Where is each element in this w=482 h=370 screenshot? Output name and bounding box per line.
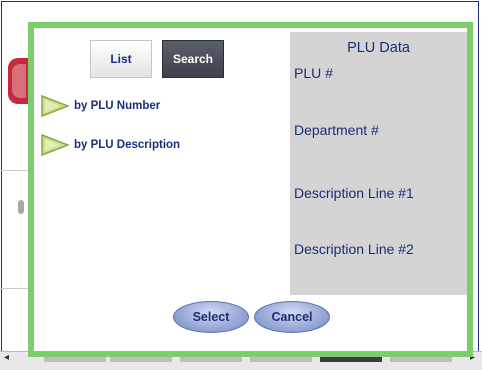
description-line-2-label: Description Line #2 [294,241,414,257]
plu-lookup-dialog: List Search by PLU Number by PLU Descrip… [28,22,473,357]
list-tab-button[interactable]: List [90,40,152,78]
background-handle [18,200,24,214]
option-label: by PLU Number [74,100,161,112]
background-divider [0,170,30,171]
department-number-label: Department # [294,122,379,138]
plu-number-label: PLU # [294,65,333,81]
scroll-left-icon: ◂ [4,352,10,363]
plu-data-panel: PLU Data PLU # Department # Description … [290,32,467,295]
background-divider [0,288,30,289]
arrow-right-icon [41,133,70,157]
search-panel: List Search by PLU Number by PLU Descrip… [34,28,286,351]
select-button[interactable]: Select [173,301,249,333]
search-tab-button[interactable]: Search [162,40,224,78]
option-label: by PLU Description [74,139,181,151]
arrow-right-icon [41,94,70,118]
plu-data-title: PLU Data [347,40,410,56]
search-by-plu-description-option[interactable]: by PLU Description [40,132,180,158]
description-line-1-label: Description Line #1 [294,185,414,201]
background-red-button [8,58,28,104]
cancel-button[interactable]: Cancel [254,301,330,333]
search-by-plu-number-option[interactable]: by PLU Number [40,93,160,119]
